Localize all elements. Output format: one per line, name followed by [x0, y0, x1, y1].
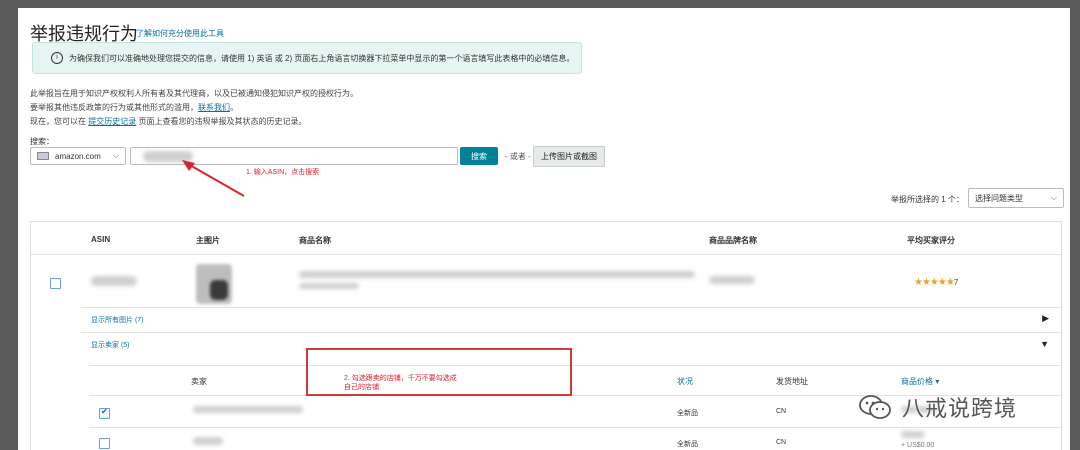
- seller-row-2-ship-from: CN: [776, 439, 787, 446]
- chevron-down-icon: ⌵: [112, 151, 119, 160]
- description-line-3: 现在，您可以在 提交历史记录 页面上查看您的违规举报及其状态的历史记录。: [30, 117, 307, 126]
- watermark-text: 八戒说跨境: [902, 396, 1018, 421]
- redacted-price: [901, 431, 925, 438]
- expand-right-icon[interactable]: ▶: [1042, 313, 1049, 324]
- report-violation-page: 举报违规行为 了解如何充分使用此工具 i 为确保我们可以准确地处理您提交的信息，…: [18, 8, 1070, 450]
- search-label: 搜索：: [30, 137, 54, 146]
- annotation-box: 2. 勾选跟卖的店铺，千万不要勾选成 自己的店铺: [306, 348, 572, 396]
- seller-row-2-condition: 全新品: [677, 441, 698, 448]
- header-seller: 卖家: [191, 377, 207, 386]
- redacted-product-name: [299, 271, 695, 278]
- marketplace-value: amazon.com: [55, 151, 101, 161]
- seller-row-1-checkbox[interactable]: ✔: [99, 407, 110, 419]
- redacted-seller-name: [193, 406, 303, 413]
- rating-count: 7: [953, 278, 959, 287]
- seller-row-1-ship-from: CN: [776, 408, 787, 415]
- redacted-product-name: [299, 283, 359, 289]
- search-button[interactable]: 搜索: [460, 147, 498, 165]
- info-banner: i 为确保我们可以准确地处理您提交的信息，请使用 1) 英语 或 2) 页面右上…: [32, 42, 582, 74]
- redacted-asin: [91, 276, 137, 286]
- wechat-icon: [859, 395, 891, 419]
- info-icon: i: [51, 52, 63, 64]
- annotation-step-2: 2. 勾选跟卖的店铺，千万不要勾选成 自己的店铺: [344, 375, 457, 391]
- description-line-2: 要举报其他违反政策的行为或其他形式的滥用，联系我们。: [30, 103, 238, 112]
- contact-us-link[interactable]: 联系我们: [198, 103, 230, 112]
- info-banner-text: 为确保我们可以准确地处理您提交的信息，请使用 1) 英语 或 2) 页面右上角语…: [69, 53, 575, 63]
- seller-row-2-price: + US$0.00: [901, 442, 935, 449]
- issue-type-select[interactable]: 选择问题类型 ⌵: [968, 188, 1064, 208]
- header-price-sort[interactable]: 商品价格 ▾: [901, 376, 939, 387]
- annotation-step-1: 1. 输入ASIN，点击搜索: [246, 169, 320, 176]
- checkmark-icon: ✔: [101, 407, 108, 416]
- issue-type-placeholder: 选择问题类型: [975, 193, 1023, 203]
- or-separator: - 或者 -: [505, 152, 531, 161]
- show-sellers-link[interactable]: 显示卖家 (5): [91, 340, 130, 350]
- upload-image-button[interactable]: 上传图片或截图: [533, 146, 605, 167]
- sort-down-icon: ▾: [935, 377, 940, 386]
- divider: [81, 332, 1061, 333]
- divider: [89, 427, 1061, 428]
- collapse-down-icon[interactable]: ▼: [1040, 339, 1049, 349]
- header-brand-name: 商品品牌名称: [709, 236, 757, 245]
- redacted-seller-name: [193, 437, 223, 445]
- product-thumbnail: [196, 264, 232, 304]
- seller-row-2-checkbox[interactable]: [99, 438, 110, 449]
- product-checkbox[interactable]: [50, 278, 61, 289]
- description-line-1: 此举报旨在用于知识产权权利人所有者及其代理商，以及已被通知侵犯知识产权的授权行为…: [30, 89, 358, 98]
- help-link[interactable]: 了解如何充分使用此工具: [136, 28, 224, 39]
- watermark: 八戒说跨境: [858, 391, 1017, 423]
- us-flag-icon: [37, 152, 49, 160]
- submission-history-link[interactable]: 提交历史记录: [88, 117, 136, 126]
- header-product-name: 商品名称: [299, 236, 331, 245]
- show-all-images-link[interactable]: 显示所有图片 (7): [91, 315, 144, 325]
- marketplace-select[interactable]: amazon.com ⌵: [30, 147, 126, 165]
- redacted-brand: [709, 276, 755, 284]
- rating-stars: ★★★★★7: [914, 277, 959, 288]
- divider: [89, 365, 1061, 366]
- header-avg-rating: 平均买家评分: [907, 236, 955, 245]
- chevron-down-icon: ⌵: [1050, 193, 1057, 202]
- divider: [31, 254, 1061, 255]
- header-main-image: 主图片: [196, 236, 220, 245]
- seller-row-1-condition: 全新品: [677, 410, 698, 417]
- divider: [81, 307, 1061, 308]
- annotation-arrow: [182, 160, 245, 197]
- header-ship-from: 发货地址: [776, 377, 808, 386]
- header-condition[interactable]: 状况: [677, 376, 693, 387]
- report-selected-label: 举报所选择的 1 个：: [891, 195, 964, 204]
- header-asin: ASIN: [91, 235, 111, 244]
